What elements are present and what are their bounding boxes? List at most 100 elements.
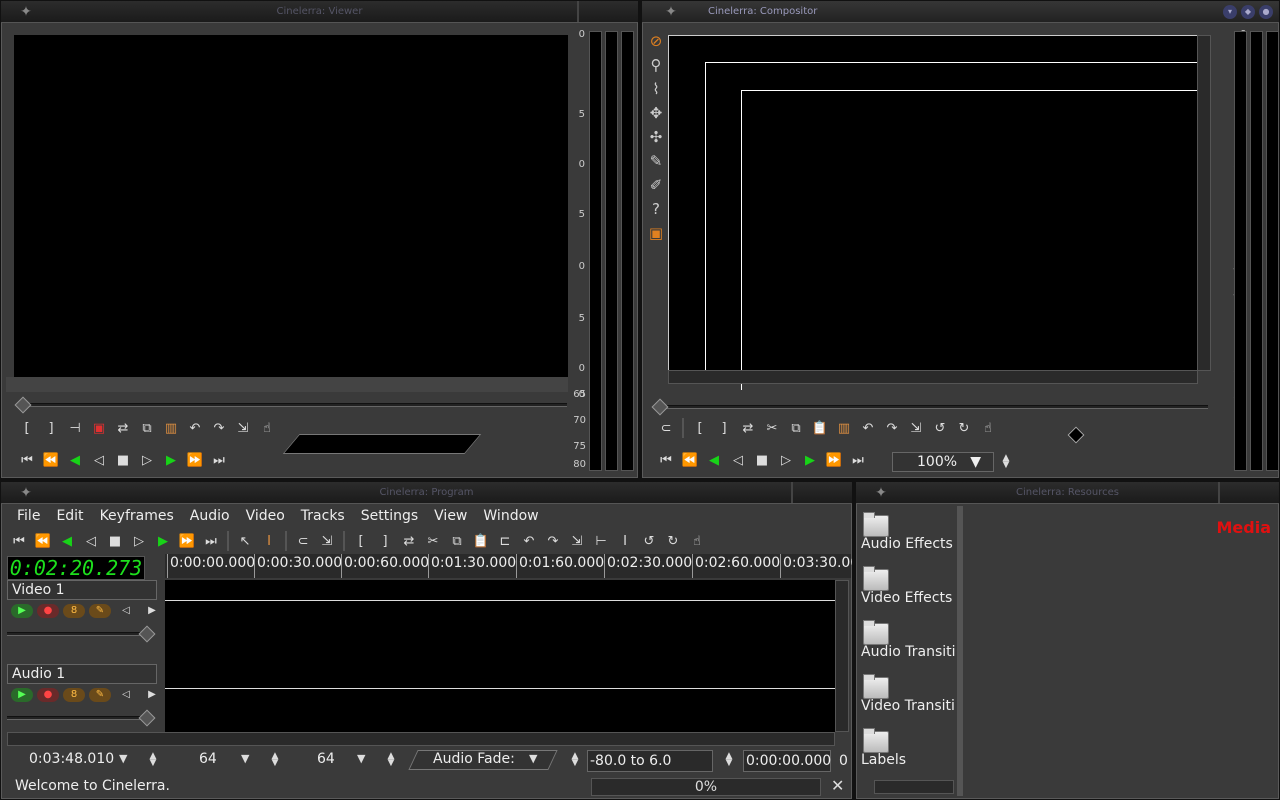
fast-forward-icon[interactable]: ⏩ (822, 449, 846, 471)
menu-video[interactable]: Video (238, 506, 293, 526)
end-icon[interactable]: ⏭ (846, 449, 870, 471)
duration-stepper-icon[interactable]: ▲ ▼ (147, 752, 159, 768)
expand-icon[interactable]: ▶ (141, 688, 163, 702)
media-label[interactable]: Media (1216, 518, 1271, 537)
menu-settings[interactable]: Settings (353, 506, 426, 526)
expand-icon[interactable]: ▶ (141, 604, 163, 618)
fast-reverse-icon[interactable]: ⏪ (678, 449, 702, 471)
mute-icon[interactable]: ◁ (115, 688, 137, 702)
video-fader[interactable] (7, 632, 147, 636)
stop-icon[interactable]: ■ (103, 530, 127, 552)
redo-icon[interactable]: ↻ (661, 530, 685, 552)
program-titlebar[interactable]: ✦ Cinelerra: Program (1, 482, 852, 504)
folders-hscroll[interactable] (874, 780, 954, 794)
draw-icon[interactable]: ✎ (89, 688, 111, 702)
paste-icon[interactable]: 📋 (808, 417, 832, 439)
overwrite-icon[interactable]: ▣ (87, 417, 111, 439)
fast-reverse-icon[interactable]: ⏪ (39, 449, 63, 471)
fade-stepper-icon[interactable]: ▲ ▼ (569, 752, 581, 768)
gang-icon[interactable]: 8 (63, 604, 85, 618)
frame-back-icon[interactable]: ◁ (79, 530, 103, 552)
menu-audio[interactable]: Audio (182, 506, 238, 526)
chevron-down-icon[interactable]: ▼ (119, 748, 127, 770)
ibeam-tool-icon[interactable]: I (257, 530, 281, 552)
loop-icon[interactable]: ⇄ (736, 417, 760, 439)
compositor-hscroll[interactable] (668, 370, 1198, 384)
safe-region-icon[interactable]: ▣ (646, 223, 666, 243)
mask-icon[interactable]: ⌇ (646, 79, 666, 99)
amp-zoom-stepper-icon[interactable]: ▲ ▼ (385, 752, 397, 768)
range-stepper-icon[interactable]: ▲ ▼ (723, 752, 735, 768)
reverse-play-icon[interactable]: ◀ (55, 530, 79, 552)
to-clip-icon[interactable]: ⇲ (315, 530, 339, 552)
frame-forward-icon[interactable]: ▷ (135, 449, 159, 471)
arrow-tool-icon[interactable]: ↖ (233, 530, 257, 552)
next-label-icon[interactable]: ↷ (541, 530, 565, 552)
timeline-canvas[interactable] (165, 580, 835, 732)
play-track-icon[interactable]: ▶ (11, 604, 33, 618)
end-icon[interactable]: ⏭ (199, 530, 223, 552)
end-icon[interactable]: ⏭ (207, 449, 231, 471)
prev-label-icon[interactable]: ↶ (856, 417, 880, 439)
help-icon[interactable]: ? (646, 199, 666, 219)
record-track-icon[interactable]: ● (37, 688, 59, 702)
cut-icon[interactable]: ✂ (421, 530, 445, 552)
protect-icon[interactable]: ⊘ (646, 31, 666, 51)
menu-tracks[interactable]: Tracks (293, 506, 353, 526)
to-clip-icon[interactable]: ⇲ (904, 417, 928, 439)
undo-icon[interactable]: ↺ (637, 530, 661, 552)
folder-labels[interactable]: Labels (861, 728, 961, 768)
viewer-slider-handle[interactable] (14, 396, 32, 414)
compositor-canvas[interactable] (668, 35, 1205, 390)
copy-icon[interactable]: ⧉ (445, 530, 469, 552)
viewer-position-slider[interactable] (19, 403, 567, 407)
frame-back-icon[interactable]: ◁ (87, 449, 111, 471)
mute-icon[interactable]: ◁ (115, 604, 137, 618)
rewind-start-icon[interactable]: ⏮ (15, 449, 39, 471)
fast-forward-icon[interactable]: ⏩ (183, 449, 207, 471)
fit-icon[interactable]: ⊢ (589, 530, 613, 552)
play-icon[interactable]: ▶ (159, 449, 183, 471)
audio-fader[interactable] (7, 716, 147, 720)
camera-move-icon[interactable]: ✥ (646, 103, 666, 123)
maximize-icon[interactable]: ◆ (1241, 5, 1255, 19)
video-fader-handle[interactable] (138, 625, 156, 643)
crop-icon[interactable]: ✎ (646, 151, 666, 171)
audio-fader-handle[interactable] (138, 709, 156, 727)
menu-keyframes[interactable]: Keyframes (92, 506, 182, 526)
prev-label-icon[interactable]: ↶ (517, 530, 541, 552)
track-name-audio-1[interactable]: Audio 1 (7, 664, 157, 684)
fast-forward-icon[interactable]: ⏩ (175, 530, 199, 552)
next-label-icon[interactable]: ↷ (207, 417, 231, 439)
rewind-start-icon[interactable]: ⏮ (7, 530, 31, 552)
frame-back-icon[interactable]: ◁ (726, 449, 750, 471)
play-icon[interactable]: ▶ (798, 449, 822, 471)
compositor-titlebar[interactable]: ✦ Cinelerra: Compositor ▾ ◆ ● (642, 1, 1279, 23)
cursor-icon[interactable]: ☝ (685, 530, 709, 552)
to-clip-icon[interactable]: ⇲ (231, 417, 255, 439)
menu-file[interactable]: File (9, 506, 48, 526)
reverse-play-icon[interactable]: ◀ (63, 449, 87, 471)
mark-in-icon[interactable]: [ (688, 417, 712, 439)
menu-view[interactable]: View (426, 506, 475, 526)
record-track-icon[interactable]: ● (37, 604, 59, 618)
compositor-slider-handle[interactable] (651, 398, 669, 416)
frame-forward-icon[interactable]: ▷ (774, 449, 798, 471)
chevron-down-icon[interactable]: ▼ (241, 748, 249, 770)
paste-icon[interactable]: 📋 (469, 530, 493, 552)
frame-forward-icon[interactable]: ▷ (127, 530, 151, 552)
stop-icon[interactable]: ■ (111, 449, 135, 471)
folder-audio-effects[interactable]: Audio Effects (861, 512, 961, 552)
reverse-play-icon[interactable]: ◀ (702, 449, 726, 471)
label-icon[interactable]: ▥ (159, 417, 183, 439)
cursor-icon[interactable]: ☝ (255, 417, 279, 439)
mark-out-icon[interactable]: ] (712, 417, 736, 439)
rewind-start-icon[interactable]: ⏮ (654, 449, 678, 471)
compositor-vscroll[interactable] (1197, 35, 1211, 371)
mark-out-icon[interactable]: ] (373, 530, 397, 552)
stop-icon[interactable]: ■ (750, 449, 774, 471)
time-ruler[interactable]: 0:00:00.000 0:00:30.000 0:00:60.000 0:01… (165, 554, 852, 578)
viewer-canvas[interactable] (14, 35, 568, 377)
folder-audio-transitions[interactable]: Audio Transiti (861, 620, 961, 660)
sample-zoom-stepper-icon[interactable]: ▲ ▼ (269, 752, 281, 768)
